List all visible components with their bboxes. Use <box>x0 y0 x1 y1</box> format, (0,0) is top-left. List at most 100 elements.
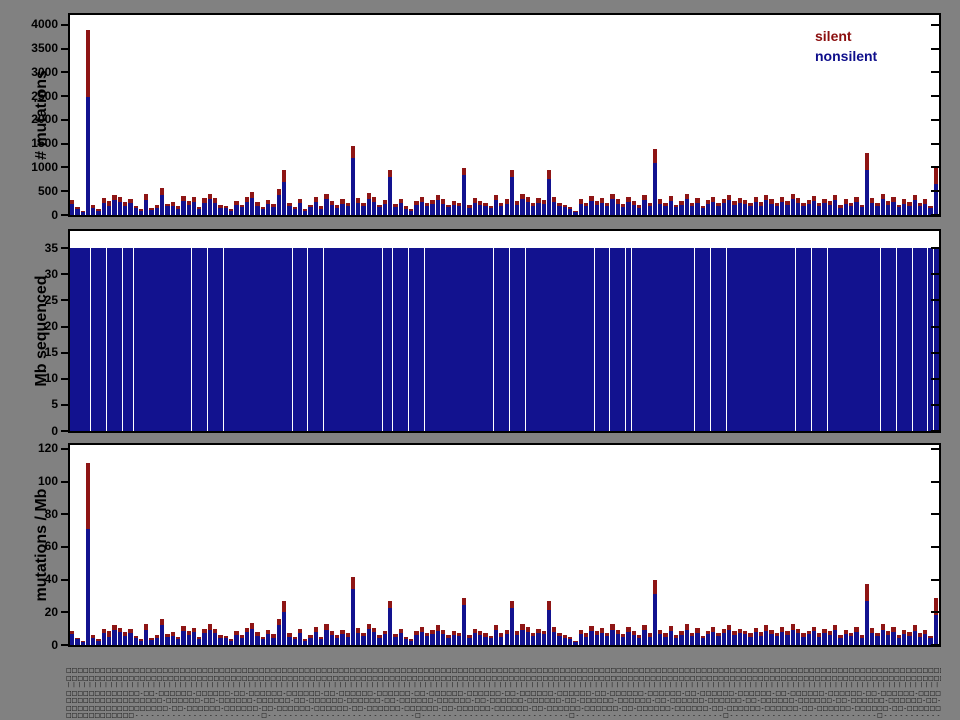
tick-mark-right <box>931 142 939 145</box>
bar-nonsilent <box>483 636 488 645</box>
bar-nonsilent <box>101 202 107 215</box>
bar-gap-hairline <box>593 248 595 431</box>
bar-nonsilent <box>515 205 520 215</box>
bar-nonsilent <box>838 638 843 645</box>
bar-silent <box>499 633 504 637</box>
bar-nonsilent <box>292 209 297 215</box>
bar-nonsilent <box>117 201 122 215</box>
bar-silent <box>409 208 414 211</box>
tick-mark-left <box>61 325 68 328</box>
bar-nonsilent <box>695 632 700 645</box>
bar-nonsilent <box>557 205 562 215</box>
bar-nonsilent <box>679 634 684 645</box>
bar-silent <box>578 629 583 634</box>
sample-label-glyph: - <box>938 697 941 704</box>
bar-nonsilent <box>880 629 885 645</box>
tick-label: 500 <box>37 183 58 198</box>
bar-nonsilent <box>382 204 387 215</box>
bar-silent <box>456 632 462 637</box>
bar-nonsilent <box>642 630 647 645</box>
bar-silent <box>817 633 822 637</box>
bar-silent <box>276 619 281 626</box>
bar-nonsilent <box>414 205 419 215</box>
bar-nonsilent <box>499 206 504 215</box>
bar-silent <box>425 202 430 206</box>
bar-gap-hairline <box>508 248 510 431</box>
bar-gap-hairline <box>90 248 92 431</box>
bar-silent <box>684 624 689 630</box>
bar-silent <box>907 202 912 206</box>
bar-silent <box>170 631 175 636</box>
bar-nonsilent <box>737 632 742 645</box>
bar-nonsilent <box>324 199 329 215</box>
bar-nonsilent <box>170 205 175 215</box>
bar-nonsilent <box>228 210 234 215</box>
bar-silent <box>191 627 197 632</box>
bar-nonsilent <box>917 206 923 215</box>
bar-silent <box>303 638 308 641</box>
bar-silent <box>271 634 276 638</box>
bar-nonsilent <box>276 625 281 645</box>
bar-silent <box>329 201 334 206</box>
tick-mark-left <box>61 377 68 380</box>
bar-nonsilent <box>213 202 218 215</box>
bar-nonsilent <box>785 634 790 645</box>
tick-mark-right <box>931 430 939 432</box>
bar-silent <box>695 197 700 203</box>
panel-mb-sequenced: Mb sequenced 0 5 10 15 20 25 30 35 <box>0 229 960 438</box>
bar-nonsilent <box>488 638 493 645</box>
bar-nonsilent <box>552 631 557 645</box>
bar-nonsilent <box>313 631 319 645</box>
bar-silent <box>207 624 213 630</box>
bar-silent <box>144 624 149 631</box>
bar-nonsilent <box>287 636 292 645</box>
bar-nonsilent <box>398 203 403 215</box>
bar-silent <box>366 623 372 630</box>
bar-nonsilent <box>758 205 764 215</box>
bar-gap-hairline <box>206 248 208 431</box>
bar-nonsilent <box>515 635 520 645</box>
bar-silent <box>228 638 234 641</box>
bar-silent <box>101 628 107 633</box>
bar-gap-hairline <box>794 248 796 431</box>
bar-nonsilent <box>536 632 541 645</box>
bar-silent <box>833 194 838 200</box>
bar-nonsilent <box>154 638 160 645</box>
tick-mark-left <box>61 644 68 646</box>
tick-mark-left <box>61 118 68 121</box>
bar-silent <box>160 618 165 626</box>
bar-silent <box>504 199 509 204</box>
bar-silent <box>912 625 917 631</box>
bar-silent <box>356 628 361 633</box>
bar-nonsilent <box>652 593 658 645</box>
bar-nonsilent <box>753 202 758 215</box>
bar-silent <box>599 197 605 203</box>
bar-nonsilent <box>801 206 806 215</box>
bar-nonsilent <box>165 206 170 215</box>
bar-gap-hairline <box>726 248 728 431</box>
bar-silent <box>658 629 663 634</box>
bar-silent <box>372 627 377 632</box>
bar-nonsilent <box>138 640 144 645</box>
bar-nonsilent <box>658 203 663 215</box>
bar-silent <box>340 629 345 634</box>
bar-nonsilent <box>790 629 795 645</box>
bar-silent <box>578 199 583 204</box>
bar-silent <box>462 167 467 175</box>
bar-silent <box>467 205 472 208</box>
bar-silent <box>520 193 525 200</box>
bar-silent <box>923 199 928 204</box>
bar-silent <box>769 199 774 204</box>
bar-silent <box>705 200 711 205</box>
tick-mark-left <box>61 273 68 276</box>
bar-silent <box>695 628 700 633</box>
bar-nonsilent <box>907 635 912 645</box>
bar-silent <box>663 203 668 207</box>
bar-silent <box>101 198 107 203</box>
bar-nonsilent <box>308 637 313 645</box>
tick-label: 20 <box>44 604 58 619</box>
bar-nonsilent <box>605 636 610 645</box>
bar-silent <box>748 633 753 637</box>
bar-silent <box>552 627 557 632</box>
tick-label: 4000 <box>31 17 58 32</box>
